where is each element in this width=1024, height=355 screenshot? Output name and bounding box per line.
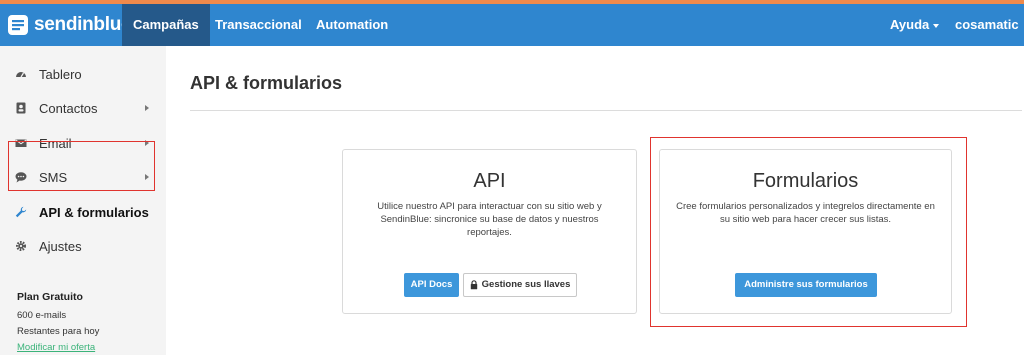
account-label: cosamatic xyxy=(955,17,1019,32)
nav-tab-campanas[interactable]: Campañas xyxy=(122,4,210,46)
page-title: API & formularios xyxy=(190,73,343,93)
plan-title: Plan Gratuito xyxy=(17,291,83,303)
brand-logo[interactable]: sendinblue xyxy=(7,13,132,37)
api-card-title: API xyxy=(473,170,506,192)
api-card-description-line3: reportajes. xyxy=(467,227,512,238)
api-docs-button[interactable]: API Docs xyxy=(404,273,459,297)
api-card-description-line1: Utilice nuestro API para interactuar con… xyxy=(377,201,602,212)
sidebar-item-contactos[interactable]: Contactos xyxy=(0,91,166,125)
lock-icon xyxy=(470,280,477,290)
plan-remaining: Restantes para hoy xyxy=(17,326,100,337)
sidebar-item-label: Contactos xyxy=(39,100,98,116)
sidebar-item-label: Tablero xyxy=(39,66,82,82)
modify-plan-link[interactable]: Modificar mi oferta xyxy=(17,342,95,353)
dashboard-icon xyxy=(15,68,27,80)
chevron-down-icon xyxy=(959,65,965,70)
help-menu[interactable]: Ayuda xyxy=(890,4,940,46)
api-card: API Utilice nuestro API para interactuar… xyxy=(342,149,637,314)
brand-name: sendinblue xyxy=(34,14,132,35)
sidebar-item-ajustes[interactable]: Ajustes xyxy=(0,229,166,263)
plan-emails: 600 e-mails xyxy=(17,310,67,321)
highlight-box-forms xyxy=(650,137,967,327)
sidebar-item-label: Ajustes xyxy=(39,238,82,254)
sidebar-item-api-formularios[interactable]: API & formularios xyxy=(0,195,166,229)
manage-keys-button[interactable]: Gestione sus llaves xyxy=(463,273,577,297)
gear-icon xyxy=(15,240,27,252)
wrench-icon xyxy=(15,206,27,218)
highlight-box-sidebar xyxy=(8,141,155,191)
help-label: Ayuda xyxy=(890,17,930,32)
contacts-icon xyxy=(15,102,27,114)
nav-tab-transaccional[interactable]: Transaccional xyxy=(204,4,313,46)
chevron-right-icon xyxy=(145,105,149,111)
api-card-description-line2: SendinBlue: sincronice su base de datos … xyxy=(380,214,599,225)
sidebar-item-tablero[interactable]: Tablero xyxy=(0,57,166,91)
sendinblue-logo-icon xyxy=(8,15,28,35)
account-menu[interactable]: cosamatic xyxy=(955,4,1024,70)
manage-keys-label: Gestione sus llaves xyxy=(481,279,571,290)
chevron-down-icon xyxy=(933,23,940,28)
title-divider xyxy=(190,110,1022,111)
top-navbar: sendinblue Campañas Transaccional Automa… xyxy=(0,4,1024,70)
sidebar-item-label: API & formularios xyxy=(39,204,149,220)
nav-tab-automation[interactable]: Automation xyxy=(305,4,399,46)
sidebar: Tablero Contactos Email SMS API & formul… xyxy=(0,46,166,355)
